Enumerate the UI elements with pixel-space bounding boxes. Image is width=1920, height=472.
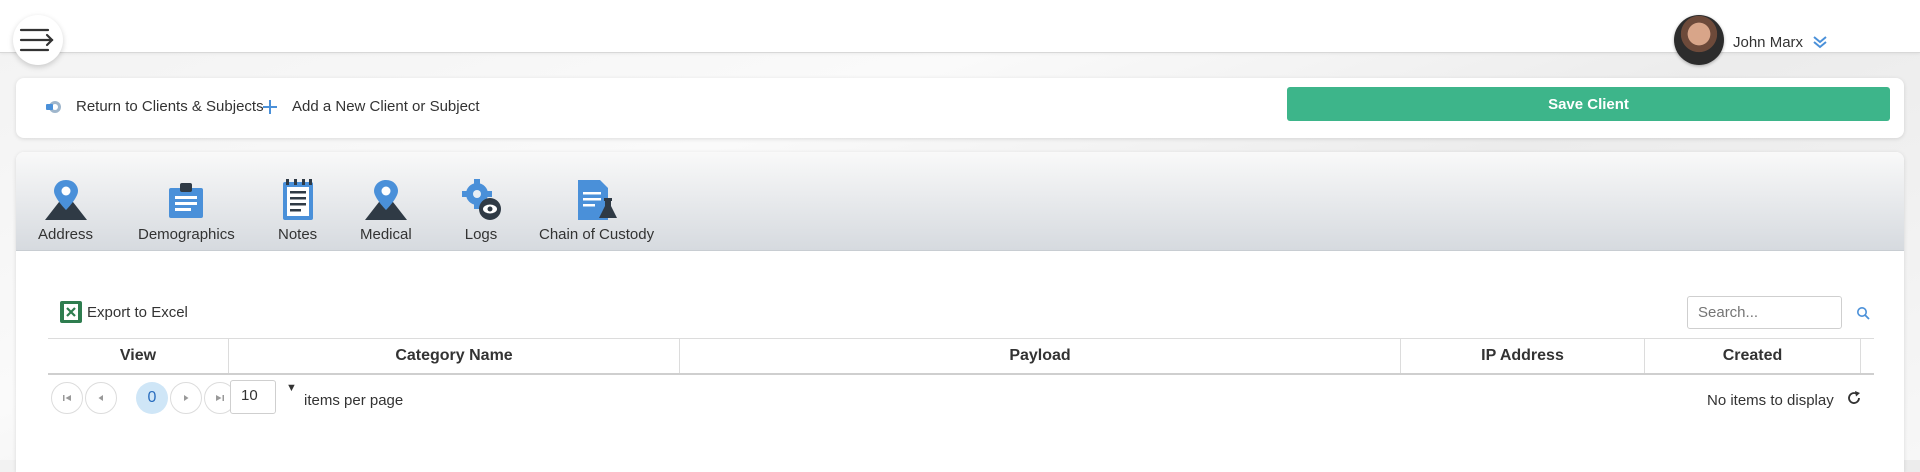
tab-demographics[interactable]: Demographics bbox=[138, 178, 235, 243]
first-page-icon[interactable] bbox=[51, 382, 83, 414]
items-per-page-label: items per page bbox=[304, 392, 404, 409]
double-chevron-down-icon[interactable] bbox=[1812, 34, 1828, 55]
save-client-button[interactable]: Save Client bbox=[1287, 87, 1890, 121]
action-bar: Return to Clients & Subjects Add a New C… bbox=[16, 78, 1904, 138]
search-icon[interactable] bbox=[1856, 306, 1870, 325]
map-pin-icon bbox=[364, 180, 407, 220]
previous-page-icon[interactable] bbox=[85, 382, 117, 414]
menu-icon bbox=[19, 28, 54, 52]
export-to-excel-button[interactable]: Export to Excel bbox=[59, 300, 188, 324]
page-size-select[interactable]: 10 bbox=[230, 380, 276, 414]
tab-chain-of-custody[interactable]: Chain of Custody bbox=[539, 178, 654, 243]
add-client-link[interactable]: Add a New Client or Subject bbox=[262, 98, 480, 115]
tab-label: Demographics bbox=[138, 226, 235, 243]
top-bar: John Marx bbox=[0, 0, 1920, 53]
tab-bar: Address Demographics Notes Medical Logs … bbox=[16, 152, 1904, 251]
tab-address[interactable]: Address bbox=[38, 178, 93, 243]
column-header-ip-address[interactable]: IP Address bbox=[1401, 339, 1645, 373]
tab-label: Chain of Custody bbox=[539, 226, 655, 243]
caret-down-icon[interactable]: ▼ bbox=[286, 382, 297, 394]
tab-label: Medical bbox=[360, 226, 412, 243]
gear-eye-icon bbox=[462, 179, 501, 220]
column-header-view[interactable]: View bbox=[48, 339, 229, 373]
tab-label: Address bbox=[38, 226, 94, 243]
add-link-label: Add a New Client or Subject bbox=[292, 98, 480, 115]
grid-header: View Category Name Payload IP Address Cr… bbox=[48, 338, 1874, 375]
map-pin-icon bbox=[44, 180, 87, 220]
export-label: Export to Excel bbox=[87, 303, 188, 321]
notepad-icon bbox=[282, 179, 313, 220]
column-header-payload[interactable]: Payload bbox=[680, 339, 1401, 373]
refresh-icon[interactable] bbox=[1846, 390, 1862, 411]
next-page-icon[interactable] bbox=[170, 382, 202, 414]
avatar[interactable] bbox=[1674, 15, 1724, 65]
column-header-category-name[interactable]: Category Name bbox=[229, 339, 680, 373]
user-name[interactable]: John Marx bbox=[1733, 34, 1803, 51]
current-page[interactable]: 0 bbox=[136, 382, 168, 414]
client-panel: Address Demographics Notes Medical Logs … bbox=[16, 152, 1904, 472]
pager-status: No items to display bbox=[1707, 392, 1834, 409]
tab-logs[interactable]: Logs bbox=[459, 178, 503, 243]
column-header-created[interactable]: Created bbox=[1645, 339, 1861, 373]
return-icon bbox=[46, 100, 61, 113]
tab-label: Logs bbox=[464, 226, 498, 243]
excel-icon bbox=[60, 301, 82, 323]
plus-icon bbox=[263, 99, 277, 114]
tab-notes[interactable]: Notes bbox=[278, 178, 317, 243]
return-link-label: Return to Clients & Subjects bbox=[76, 98, 264, 115]
return-to-clients-link[interactable]: Return to Clients & Subjects bbox=[46, 98, 264, 115]
search-input[interactable] bbox=[1687, 296, 1842, 329]
menu-button[interactable] bbox=[13, 15, 63, 65]
id-card-icon bbox=[169, 183, 204, 218]
document-flask-icon bbox=[577, 180, 617, 220]
pager: 0 10 ▼ items per page No items to displa… bbox=[48, 378, 1874, 414]
tab-medical[interactable]: Medical bbox=[360, 178, 412, 243]
tab-label: Notes bbox=[278, 226, 318, 243]
